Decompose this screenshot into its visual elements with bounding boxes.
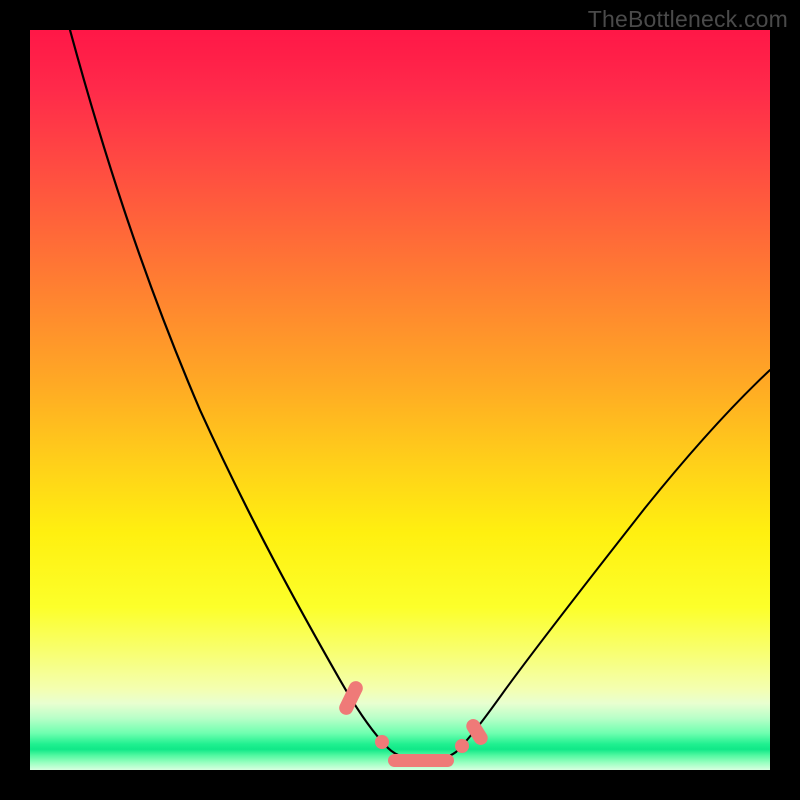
curves-svg: [30, 30, 770, 770]
plot-area: [30, 30, 770, 770]
right-curve: [456, 370, 770, 752]
marker-right-dot-1: [455, 739, 469, 753]
left-curve: [70, 30, 388, 748]
marker-left-dot: [375, 735, 389, 749]
chart-frame: TheBottleneck.com: [0, 0, 800, 800]
watermark-text: TheBottleneck.com: [588, 6, 788, 33]
marker-floor-pill: [388, 754, 454, 767]
marker-left-pill: [337, 679, 365, 717]
